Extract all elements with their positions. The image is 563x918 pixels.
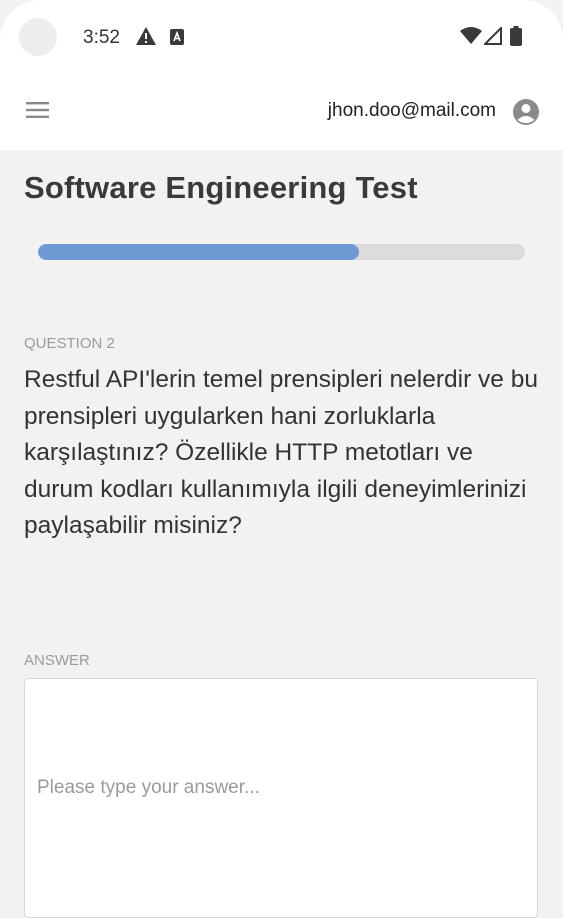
test-content: Software Engineering Test QUESTION 2 Res…: [0, 150, 563, 918]
app-bar: jhon.doo@mail.com: [0, 76, 563, 150]
answer-input[interactable]: [24, 678, 538, 918]
progress-bar: [38, 244, 525, 260]
question-text: Restful API'lerin temel prensipleri nele…: [24, 366, 538, 539]
battery-icon: [510, 26, 522, 51]
page-title: Software Engineering Test: [24, 170, 418, 205]
camera-cutout: [19, 18, 57, 56]
progress-bar-fill: [38, 244, 360, 260]
answer-label: ANSWER: [24, 652, 90, 669]
a-notification-icon: [170, 29, 184, 50]
status-bar: 3:52: [0, 0, 563, 76]
status-time: 3:52: [83, 27, 120, 48]
signal-icon: [482, 25, 502, 50]
hamburger-menu-icon[interactable]: [26, 102, 49, 123]
account-circle-icon[interactable]: [512, 98, 540, 131]
warning-icon: [135, 26, 157, 51]
user-email: jhon.doo@mail.com: [327, 100, 496, 121]
question-number-label: QUESTION 2: [24, 335, 115, 352]
wifi-icon: [460, 27, 482, 50]
